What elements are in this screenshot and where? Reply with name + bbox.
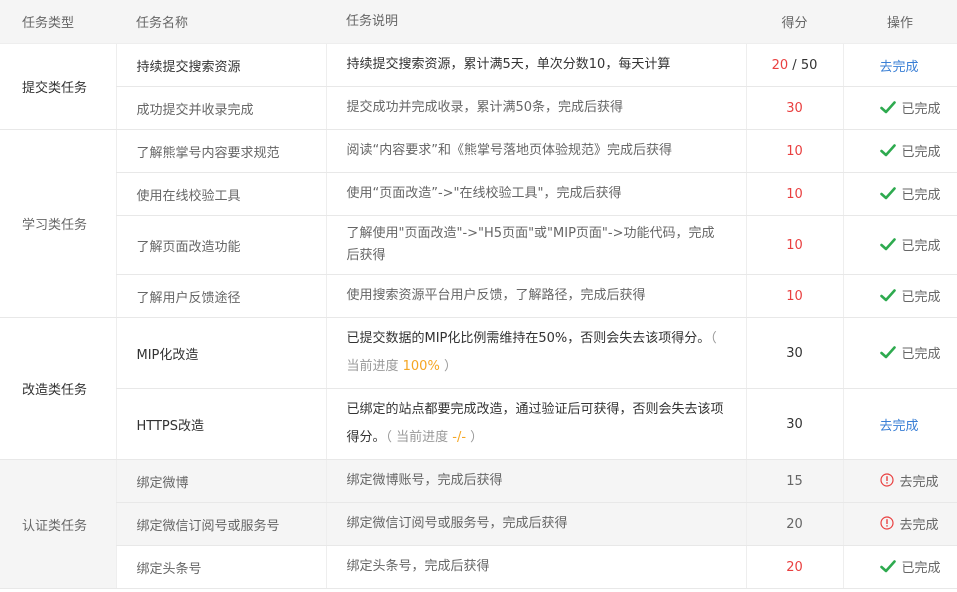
task-action: 已完成 — [842, 129, 957, 173]
task-name: 了解页面改造功能 — [115, 215, 326, 275]
task-table: 任务类型 任务名称 任务说明 得分 操作 提交类任务 持续提交搜索资源 持续提交… — [0, 0, 957, 589]
table-row: 改造类任务 MIP化改造 已提交数据的MIP化比例需维持在50%，否则会失去该项… — [0, 317, 957, 460]
check-icon — [879, 101, 896, 114]
progress-value: 100% — [402, 359, 440, 374]
progress-value: -/- — [452, 430, 467, 445]
status-done: 已完成 — [901, 188, 941, 203]
task-score: 15 — [745, 459, 843, 503]
task-name: 成功提交并收录完成 — [115, 86, 326, 130]
header-name: 任务名称 — [116, 0, 326, 44]
task-desc: 了解使用"页面改造"->"H5页面"或"MIP页面"->功能代码，完成后获得 — [325, 215, 746, 275]
task-action: 已完成 — [842, 317, 957, 389]
task-score: 10 — [745, 129, 843, 173]
task-desc: 持续提交搜索资源，累计满5天，单次分数10，每天计算 — [325, 43, 746, 87]
task-desc-text: 已提交数据的MIP化比例需维持在50%，否则会失去该项得分。 — [346, 331, 711, 346]
group-type-auth: 认证类任务 — [0, 459, 116, 589]
task-action: 去完成 — [842, 43, 957, 87]
task-name: 了解用户反馈途径 — [115, 274, 326, 318]
table-row: 了解用户反馈途径 使用搜索资源平台用户反馈，了解路径，完成后获得 10 已完成 — [0, 274, 957, 318]
score-separator: / — [788, 57, 801, 73]
table-row: 提交类任务 持续提交搜索资源 持续提交搜索资源，累计满5天，单次分数10，每天计… — [0, 43, 957, 130]
table-row: 绑定头条号 绑定头条号，完成后获得 20 已完成 — [0, 545, 957, 589]
table-row: 成功提交并收录完成 提交成功并完成收录，累计满50条，完成后获得 30 已完成 — [0, 86, 957, 130]
status-done: 已完成 — [901, 290, 941, 305]
progress-open: （ 当前进度 — [385, 430, 453, 445]
go-complete-link[interactable]: 去完成 — [880, 60, 919, 75]
group-type-transform: 改造类任务 — [0, 317, 116, 460]
task-action: 已完成 — [842, 274, 957, 318]
task-desc: 已绑定的站点都要完成改造，通过验证后可获得，否则会失去该项得分。（ 当前进度 -… — [325, 388, 746, 460]
task-name: MIP化改造 — [115, 317, 326, 389]
task-desc: 绑定微信订阅号或服务号，完成后获得 — [325, 502, 746, 546]
check-icon — [879, 289, 896, 302]
check-icon — [879, 346, 896, 359]
task-action: 去完成 — [842, 502, 957, 546]
check-icon — [879, 144, 896, 157]
task-action: 去完成 — [842, 459, 957, 503]
task-desc: 绑定头条号，完成后获得 — [325, 545, 746, 589]
task-desc: 使用搜索资源平台用户反馈，了解路径，完成后获得 — [325, 274, 746, 318]
check-icon — [879, 560, 896, 573]
task-score: 30 — [745, 388, 843, 460]
status-done: 已完成 — [901, 239, 941, 254]
score-max: 50 — [800, 57, 818, 73]
task-score: 10 — [745, 172, 843, 216]
table-header-row: 任务类型 任务名称 任务说明 得分 操作 — [0, 0, 957, 44]
go-complete-link[interactable]: 去完成 — [900, 471, 939, 490]
header-type: 任务类型 — [0, 0, 116, 44]
header-desc: 任务说明 — [326, 0, 746, 44]
task-score: 30 — [745, 317, 843, 389]
task-score: 10 — [745, 274, 843, 318]
task-action: 已完成 — [842, 172, 957, 216]
table-row: 认证类任务 绑定微博 绑定微博账号，完成后获得 15 去完成 — [0, 459, 957, 589]
header-op: 操作 — [843, 0, 957, 44]
task-action: 已完成 — [842, 545, 957, 589]
task-name: HTTPS改造 — [115, 388, 326, 460]
progress-close: ） — [439, 359, 457, 374]
task-desc: 提交成功并完成收录，累计满50条，完成后获得 — [325, 86, 746, 130]
progress-close: ） — [466, 430, 484, 445]
task-desc: 使用“页面改造”->"在线校验工具"，完成后获得 — [325, 172, 746, 216]
go-complete-link[interactable]: 去完成 — [880, 419, 919, 434]
check-icon — [879, 187, 896, 200]
group-type-study: 学习类任务 — [0, 129, 116, 318]
warning-icon — [879, 473, 894, 487]
task-name: 持续提交搜索资源 — [115, 43, 326, 87]
task-score: 20 / 50 — [745, 43, 843, 87]
status-done: 已完成 — [901, 145, 941, 160]
task-action: 去完成 — [842, 388, 957, 460]
score-current: 20 — [771, 57, 789, 73]
task-name: 使用在线校验工具 — [115, 172, 326, 216]
task-desc: 阅读“内容要求”和《熊掌号落地页体验规范》完成后获得 — [325, 129, 746, 173]
table-row: 绑定微信订阅号或服务号 绑定微信订阅号或服务号，完成后获得 20 去完成 — [0, 502, 957, 546]
group-type-submit: 提交类任务 — [0, 43, 116, 130]
task-action: 已完成 — [842, 215, 957, 275]
go-complete-link[interactable]: 去完成 — [900, 514, 939, 533]
task-name: 绑定微博 — [115, 459, 326, 503]
table-row: 使用在线校验工具 使用“页面改造”->"在线校验工具"，完成后获得 10 已完成 — [0, 172, 957, 216]
task-name: 绑定头条号 — [115, 545, 326, 589]
status-done: 已完成 — [901, 347, 941, 362]
task-desc: 已提交数据的MIP化比例需维持在50%，否则会失去该项得分。（ 当前进度 100… — [325, 317, 746, 389]
status-done: 已完成 — [901, 561, 941, 576]
warning-icon — [879, 516, 894, 530]
check-icon — [879, 238, 896, 251]
table-row: 学习类任务 了解熊掌号内容要求规范 阅读“内容要求”和《熊掌号落地页体验规范》完… — [0, 129, 957, 318]
task-action: 已完成 — [842, 86, 957, 130]
task-score: 10 — [745, 215, 843, 275]
task-score: 30 — [745, 86, 843, 130]
task-score: 20 — [745, 502, 843, 546]
task-name: 了解熊掌号内容要求规范 — [115, 129, 326, 173]
task-desc: 绑定微博账号，完成后获得 — [325, 459, 746, 503]
task-score: 20 — [745, 545, 843, 589]
status-done: 已完成 — [901, 102, 941, 117]
task-name: 绑定微信订阅号或服务号 — [115, 502, 326, 546]
header-score: 得分 — [746, 0, 843, 44]
table-row: HTTPS改造 已绑定的站点都要完成改造，通过验证后可获得，否则会失去该项得分。… — [0, 388, 957, 460]
table-row: 了解页面改造功能 了解使用"页面改造"->"H5页面"或"MIP页面"->功能代… — [0, 215, 957, 275]
